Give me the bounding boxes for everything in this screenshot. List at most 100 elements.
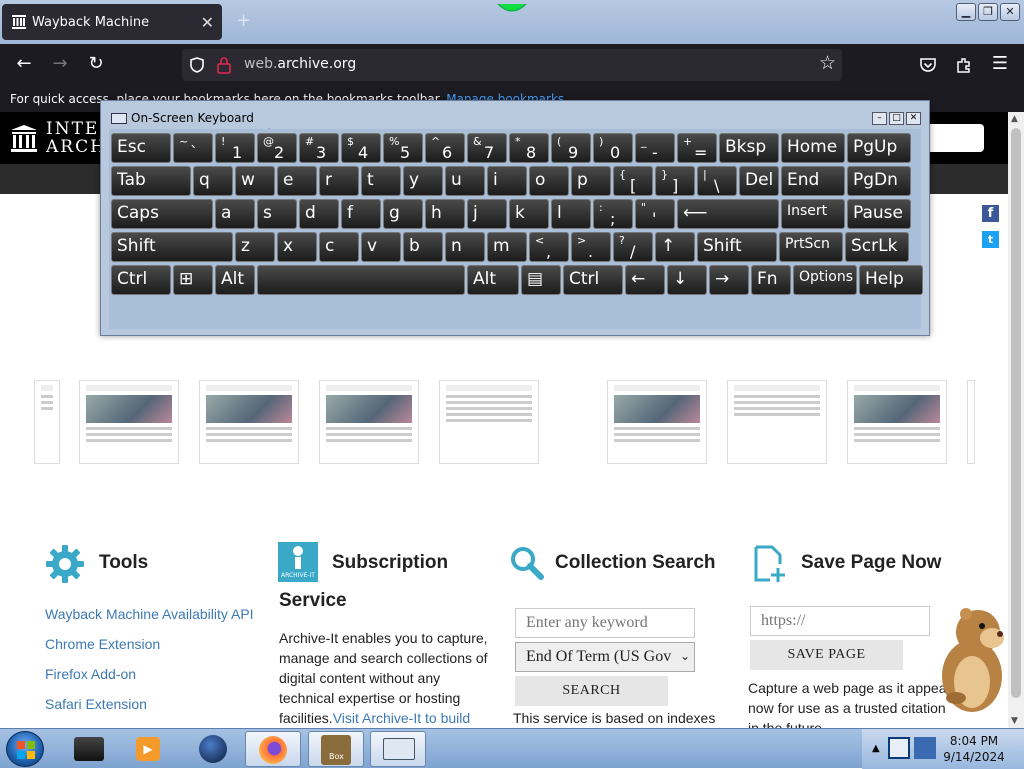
key-m[interactable]: m	[487, 232, 527, 262]
taskbar-app-dark[interactable]	[62, 731, 118, 767]
key-options[interactable]: Options	[793, 265, 857, 295]
key-k[interactable]: k	[509, 199, 549, 229]
thumbnail-page[interactable]	[439, 380, 539, 464]
key-p[interactable]: p	[571, 166, 611, 196]
tab-close-icon[interactable]: ✕	[201, 13, 214, 32]
scroll-up-icon[interactable]: ▲	[1011, 114, 1018, 124]
key-a[interactable]: a	[215, 199, 255, 229]
key-i[interactable]: i	[487, 166, 527, 196]
collection-search-button[interactable]: SEARCH	[515, 676, 668, 706]
key-help[interactable]: Help	[859, 265, 923, 295]
key-h[interactable]: h	[425, 199, 465, 229]
taskbar-firefox[interactable]	[245, 731, 301, 767]
shield-icon[interactable]	[188, 56, 206, 74]
key-u[interactable]: u	[445, 166, 485, 196]
collection-search-input[interactable]	[515, 608, 695, 638]
key-down-arrow[interactable]: ↓	[667, 265, 707, 295]
key-ctrl-right[interactable]: Ctrl	[563, 265, 623, 295]
key-left-arrow[interactable]: ←	[625, 265, 665, 295]
key-2[interactable]: @2	[257, 133, 297, 163]
key-esc[interactable]: Esc	[111, 133, 171, 163]
key-ctrl[interactable]: Ctrl	[111, 265, 171, 295]
key-v[interactable]: v	[361, 232, 401, 262]
key-comma[interactable]: <,	[529, 232, 569, 262]
key-l[interactable]: l	[551, 199, 591, 229]
extensions-icon[interactable]	[954, 55, 974, 75]
key-enter[interactable]: ⟵	[677, 199, 779, 229]
key-s[interactable]: s	[257, 199, 297, 229]
key-x[interactable]: x	[277, 232, 317, 262]
thumbnail-partial-right[interactable]	[967, 380, 975, 464]
key-menu[interactable]: ▤	[521, 265, 561, 295]
key-pgup[interactable]: PgUp	[847, 133, 911, 163]
key-caps[interactable]: Caps	[111, 199, 213, 229]
key-backslash[interactable]: | \	[697, 166, 737, 196]
key-3[interactable]: #3	[299, 133, 339, 163]
key-pgdn[interactable]: PgDn	[847, 166, 911, 196]
key-insert[interactable]: Insert	[781, 199, 845, 229]
taskbar-clock[interactable]: 8:04 PM 9/14/2024	[938, 733, 1010, 765]
thumbnail-partial-left[interactable]	[34, 380, 60, 464]
key-up-arrow[interactable]: ↑	[655, 232, 695, 262]
key-slash[interactable]: ? /	[613, 232, 653, 262]
key-4[interactable]: $4	[341, 133, 381, 163]
collection-select[interactable]: End Of Term (US Gov ⌄	[515, 642, 695, 672]
thumbnail-page[interactable]	[319, 380, 419, 464]
url-bar[interactable]: web.archive.org ☆	[182, 49, 842, 81]
key-b[interactable]: b	[403, 232, 443, 262]
key-end[interactable]: End	[781, 166, 845, 196]
key-prtscn[interactable]: PrtScn	[779, 232, 843, 262]
save-page-url-input[interactable]	[750, 606, 930, 636]
osk-maximize-icon[interactable]: □	[889, 112, 904, 125]
taskbar-media-player[interactable]: ▶	[120, 731, 176, 767]
key-bksp[interactable]: Bksp	[719, 133, 779, 163]
key-equals[interactable]: + =	[677, 133, 717, 163]
hamster-mascot-icon[interactable]	[936, 606, 1012, 714]
scroll-down-icon[interactable]: ▼	[1011, 716, 1018, 726]
pocket-icon[interactable]	[918, 55, 938, 75]
internet-archive-logo-icon[interactable]	[10, 124, 38, 154]
key-home[interactable]: Home	[781, 133, 845, 163]
thumbnail-page[interactable]	[79, 380, 179, 464]
url-text[interactable]: web.archive.org	[244, 56, 356, 72]
key-windows[interactable]: ⊞	[173, 265, 213, 295]
key-backtick[interactable]: ~ `	[173, 133, 213, 163]
restore-icon[interactable]: ❐	[978, 3, 998, 21]
tools-link-chrome-extension[interactable]: Chrome Extension	[45, 636, 160, 652]
key-close-bracket[interactable]: }]	[655, 166, 695, 196]
start-button[interactable]	[6, 731, 44, 767]
thumbnail-page[interactable]	[199, 380, 299, 464]
save-page-button[interactable]: SAVE PAGE	[750, 640, 903, 670]
key-alt[interactable]: Alt	[215, 265, 255, 295]
tray-app-icon[interactable]	[888, 737, 910, 759]
key-minus[interactable]: _ -	[635, 133, 675, 163]
back-icon[interactable]: ←	[12, 53, 36, 77]
key-6[interactable]: ^ 6	[425, 133, 465, 163]
key-j[interactable]: j	[467, 199, 507, 229]
lock-icon[interactable]	[216, 56, 232, 74]
key-shift[interactable]: Shift	[111, 232, 233, 262]
thumbnail-page[interactable]	[607, 380, 707, 464]
key-pause[interactable]: Pause	[847, 199, 911, 229]
tools-link-safari-extension[interactable]: Safari Extension	[45, 696, 147, 712]
close-window-icon[interactable]: ✕	[1000, 3, 1020, 21]
key-semicolon[interactable]: :;	[593, 199, 633, 229]
tools-link-firefox-addon[interactable]: Firefox Add-on	[45, 666, 136, 682]
key-shift-right[interactable]: Shift	[697, 232, 777, 262]
archive-it-link[interactable]: Visit Archive-It to build	[333, 710, 470, 726]
bookmark-star-icon[interactable]: ☆	[819, 52, 836, 74]
taskbar-globe[interactable]	[185, 731, 241, 767]
taskbar-osk[interactable]	[370, 731, 426, 767]
key-5[interactable]: % 5	[383, 133, 423, 163]
thumbnail-page[interactable]	[847, 380, 947, 464]
key-scrlk[interactable]: ScrLk	[845, 232, 909, 262]
osk-minimize-icon[interactable]: –	[872, 112, 887, 125]
tray-expand-icon[interactable]: ▲	[872, 743, 880, 754]
key-r[interactable]: r	[319, 166, 359, 196]
thumbnail-page[interactable]	[727, 380, 827, 464]
key-alt-right[interactable]: Alt	[467, 265, 519, 295]
key-c[interactable]: c	[319, 232, 359, 262]
key-y[interactable]: y	[403, 166, 443, 196]
menu-icon[interactable]: ☰	[988, 53, 1012, 77]
key-z[interactable]: z	[235, 232, 275, 262]
